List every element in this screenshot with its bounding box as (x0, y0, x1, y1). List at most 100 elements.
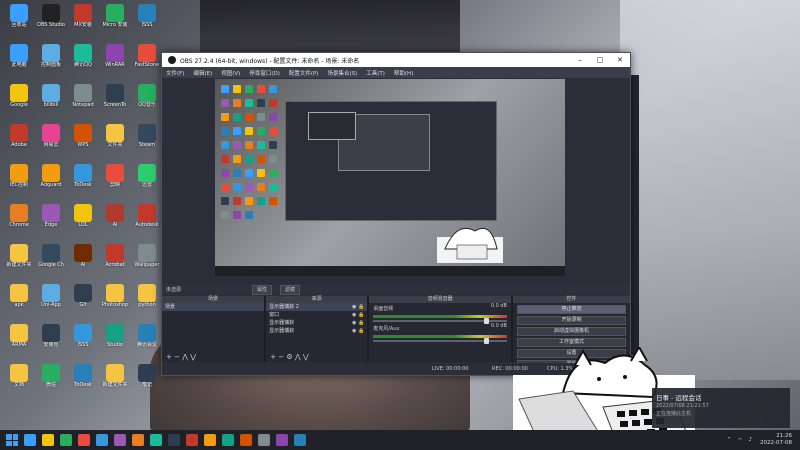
minimize-icon[interactable]: – (570, 56, 590, 64)
desktop-icon[interactable]: 控制面板 (36, 44, 66, 68)
desktop-icon[interactable]: OBS Studio (36, 4, 66, 28)
gear-icon[interactable]: ⚙ (286, 353, 292, 361)
desktop-icon[interactable]: WinRAR (100, 44, 130, 68)
desktop-icon[interactable]: 微信 (36, 364, 66, 388)
volume-slider[interactable] (373, 338, 507, 344)
clock[interactable]: 21:26 2022-07-08 (760, 433, 792, 447)
desktop-icon[interactable]: 腾讯QQ (68, 44, 98, 68)
down-icon[interactable]: ⋁ (190, 353, 196, 361)
desktop-icon[interactable]: 笔记 (132, 364, 162, 388)
menu-item[interactable]: 场景集合(S) (327, 69, 357, 77)
desktop-icon[interactable]: Wallpaper (132, 244, 162, 268)
desktop-icon[interactable]: Chrome (4, 204, 34, 228)
desktop-icon[interactable]: QQ音乐 (132, 84, 162, 108)
taskbar-app-icon[interactable] (222, 434, 234, 446)
taskbar-app-icon[interactable] (132, 434, 144, 446)
remove-icon[interactable]: − (174, 353, 180, 361)
desktop-icon[interactable]: 腾讯会议 (132, 324, 162, 348)
desktop-icon[interactable]: Google Ch (36, 244, 66, 268)
desktop-icon[interactable]: ARMA (4, 324, 34, 348)
taskbar-app-icon[interactable] (168, 434, 180, 446)
desktop-icon[interactable]: Google (4, 84, 34, 108)
menu-item[interactable]: 编辑(E) (193, 69, 212, 77)
add-icon[interactable]: + (166, 353, 172, 361)
properties-button[interactable]: 属性 (252, 285, 273, 295)
add-icon[interactable]: + (270, 353, 276, 361)
taskbar-app-icon[interactable] (186, 434, 198, 446)
taskbar-app-icon[interactable] (258, 434, 270, 446)
obs-preview[interactable] (215, 79, 565, 276)
menu-item[interactable]: 视图(V) (221, 69, 240, 77)
source-item[interactable]: 显示器捕获 2 ◉ 🔒 (266, 303, 368, 311)
network-icon[interactable]: ⌔ (737, 437, 742, 444)
taskbar-app-icon[interactable] (24, 434, 36, 446)
control-button[interactable]: 启动虚拟摄像机 (517, 327, 626, 336)
taskbar-app-icon[interactable] (42, 434, 54, 446)
taskbar-app-icon[interactable] (150, 434, 162, 446)
desktop-icon[interactable]: Adguard (36, 164, 66, 188)
desktop-icon[interactable]: ToDesk (68, 164, 98, 188)
desktop-icon[interactable]: python (132, 284, 162, 308)
desktop-icon[interactable]: Ai (68, 244, 98, 268)
volume-slider[interactable] (373, 318, 507, 324)
taskbar-app-icon[interactable] (276, 434, 288, 446)
desktop-icon[interactable]: Studio (100, 324, 130, 348)
desktop-icon[interactable]: Adobe (4, 124, 34, 148)
desktop-icon[interactable]: 文档 (4, 364, 34, 388)
filters-button[interactable]: 滤镜 (280, 285, 301, 295)
volume-icon[interactable]: ♪ (749, 437, 753, 443)
tray-chevron-icon[interactable]: ⌃ (727, 437, 732, 443)
desktop-icon[interactable]: Git (68, 284, 98, 308)
desktop-icon[interactable]: apk (4, 284, 34, 308)
menu-item[interactable]: 帮助(H) (394, 69, 413, 77)
visibility-lock-icon[interactable]: ◉ 🔒 (352, 303, 364, 311)
source-item[interactable]: 显示器捕获 ◉ 🔒 (266, 327, 367, 335)
desktop-icon[interactable]: LOL (68, 204, 98, 228)
visibility-lock-icon[interactable]: ◉ 🔒 (352, 327, 364, 335)
desktop-icon[interactable]: WPS (68, 124, 98, 148)
control-button[interactable]: 开始录制 (517, 316, 626, 325)
maximize-icon[interactable]: □ (590, 56, 610, 64)
desktop-icon[interactable]: 安装包 (36, 324, 66, 348)
desktop-icon[interactable]: 新建文件夹 (4, 244, 34, 268)
close-icon[interactable]: ✕ (610, 56, 630, 64)
slider-knob[interactable] (484, 338, 489, 344)
start-button[interactable] (6, 434, 18, 446)
desktop-icon[interactable]: Acrobat (100, 244, 130, 268)
desktop-icon[interactable]: ISSS (132, 4, 162, 28)
control-button[interactable]: 工作室模式 (517, 338, 626, 347)
obs-titlebar[interactable]: OBS 27.2.4 (64-bit, windows) - 配置文件: 未命名… (162, 53, 630, 67)
desktop-icon[interactable]: bilibili (36, 84, 66, 108)
desktop-icon[interactable]: ToDesk (68, 364, 98, 388)
taskbar-app-icon[interactable] (96, 434, 108, 446)
desktop-icon[interactable]: FastStone (132, 44, 162, 68)
taskbar-app-icon[interactable] (294, 434, 306, 446)
desktop-icon[interactable]: Autodesk (132, 204, 162, 228)
desktop-icon[interactable]: Micro 安装 (100, 4, 130, 28)
menu-item[interactable]: 文件(F) (166, 69, 184, 77)
menu-item[interactable]: 配置文件(P) (289, 69, 319, 77)
desktop-icon[interactable]: 网易云 (36, 124, 66, 148)
desktop-icon[interactable]: 迅雷 (132, 164, 162, 188)
desktop-icon[interactable]: ISSS (68, 324, 98, 348)
taskbar-app-icon[interactable] (204, 434, 216, 446)
desktop-icon[interactable]: 新建文件夹 (100, 364, 130, 388)
menu-item[interactable]: 停靠窗口(D) (249, 69, 280, 77)
up-icon[interactable]: ⋀ (182, 353, 188, 361)
scene-item[interactable]: 场景 (162, 303, 265, 311)
desktop-icon[interactable]: Uni-App (36, 284, 66, 308)
desktop-icon[interactable]: 文件夹 (100, 124, 130, 148)
taskbar-app-icon[interactable] (240, 434, 252, 446)
menu-item[interactable]: 工具(T) (366, 69, 385, 77)
source-item[interactable]: 显示器捕获 ◉ 🔒 (266, 319, 367, 327)
taskbar-app-icon[interactable] (78, 434, 90, 446)
desktop-icon[interactable]: 回收站 (4, 4, 34, 28)
desktop-icon[interactable]: Steam (132, 124, 162, 148)
desktop-icon[interactable]: 此电脑 (4, 44, 34, 68)
desktop-icon[interactable]: ScreenTo (100, 84, 130, 108)
desktop-icon[interactable]: Edge (36, 204, 66, 228)
remove-icon[interactable]: − (278, 353, 284, 361)
up-icon[interactable]: ⋀ (295, 353, 301, 361)
desktop-icon[interactable]: IEC控制 (4, 164, 34, 188)
desktop-icon[interactable]: MX安装 (68, 4, 98, 28)
